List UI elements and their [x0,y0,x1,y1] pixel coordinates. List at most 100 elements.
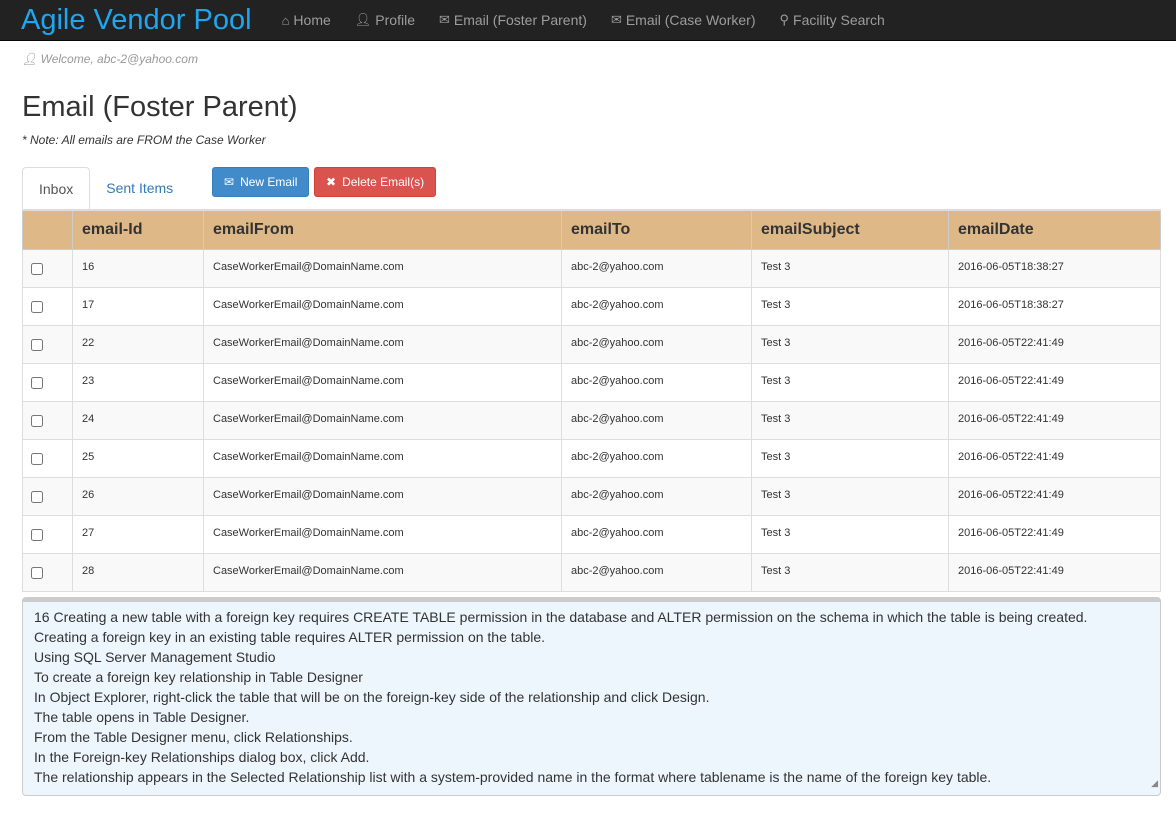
row-checkbox[interactable] [31,566,43,579]
table-cell: CaseWorkerEmail@DomainName.com [203,248,562,288]
table-cell: CaseWorkerEmail@DomainName.com [203,438,562,478]
table-cell: Test 3 [751,552,949,592]
row-checkbox[interactable] [31,262,43,275]
nav-label: Home [293,12,331,28]
table-cell: abc-2@yahoo.com [561,362,752,402]
table-cell: Test 3 [751,476,949,516]
tabs: Inbox Sent Items [22,167,189,210]
row-checkbox[interactable] [31,338,43,351]
table-cell: Test 3 [751,514,949,554]
table-row[interactable]: 28 CaseWorkerEmail@DomainName.com abc-2@ya… [22,552,1161,592]
table-cell: CaseWorkerEmail@DomainName.com [203,324,562,364]
page-title: Email (Foster Parent) [22,91,298,123]
row-checkbox[interactable] [31,452,43,465]
table-row[interactable]: 23 CaseWorkerEmail@DomainName.com abc-2@ya… [22,362,1161,402]
delete-emails-button[interactable]: ✖ Delete Email(s) [314,167,437,197]
table-cell: 23 [72,362,204,402]
row-checkbox[interactable] [31,300,43,313]
table-row[interactable]: 22 CaseWorkerEmail@DomainName.com abc-2@ya… [22,324,1161,364]
row-select [22,286,73,326]
row-select [22,476,73,516]
table-cell: 2016-06-05T22:41:49 [948,552,1161,592]
nav-email-case-worker[interactable]: ✉ Email (Case Worker) [611,12,756,28]
table-cell: abc-2@yahoo.com [561,286,752,326]
column-header: emailFrom [203,209,562,250]
row-select [22,514,73,554]
message-body[interactable]: 16 Creating a new table with a foreign k… [22,597,1161,796]
nav-label: Profile [375,12,415,28]
navbar: Agile Vendor Pool ⌂ Home 👤︎ Profile ✉ Email… [0,0,1176,41]
tab-sent-items[interactable]: Sent Items [90,167,189,209]
button-label: Delete Email(s) [342,175,425,189]
table-cell: Test 3 [751,286,949,326]
envelope-icon: ✉ [610,12,622,27]
table-cell: 25 [72,438,204,478]
button-label: New Email [240,175,298,189]
table-row[interactable]: 25 CaseWorkerEmail@DomainName.com abc-2@ya… [22,438,1161,478]
table-cell: 2016-06-05T18:38:27 [948,286,1161,326]
table-cell: 2016-06-05T22:41:49 [948,400,1161,440]
nav-label: Email (Case Worker) [625,12,756,28]
note: * Note: All emails are FROM the Case Wor… [22,133,266,147]
row-checkbox[interactable] [31,414,43,427]
table-cell: CaseWorkerEmail@DomainName.com [203,552,562,592]
table-cell: Test 3 [751,248,949,288]
envelope-icon: ✉ [438,12,450,27]
table-cell: 24 [72,400,204,440]
table-cell: 27 [72,514,204,554]
row-select [22,438,73,478]
table-cell: 28 [72,552,204,592]
table-cell: abc-2@yahoo.com [561,476,752,516]
nav-email-foster-parent[interactable]: ✉ Email (Foster Parent) [439,12,587,28]
table-cell: abc-2@yahoo.com [561,324,752,364]
resize-handle[interactable]: ◢ [1151,773,1158,793]
close-icon: ✖ [326,175,337,189]
row-checkbox[interactable] [31,490,43,503]
envelope-icon: ✉ [224,175,235,189]
select-header [22,209,73,250]
table-cell: CaseWorkerEmail@DomainName.com [203,514,562,554]
column-header: emailTo [561,209,752,250]
new-email-button[interactable]: ✉ New Email [212,167,310,197]
table-cell: 2016-06-05T22:41:49 [948,438,1161,478]
table-cell: 2016-06-05T22:41:49 [948,324,1161,364]
table-row[interactable]: 27 CaseWorkerEmail@DomainName.com abc-2@ya… [22,514,1161,554]
row-select [22,324,73,364]
table-cell: Test 3 [751,400,949,440]
table-cell: 22 [72,324,204,364]
row-checkbox[interactable] [31,528,43,541]
nav-profile[interactable]: 👤︎ Profile [355,12,415,28]
table-row[interactable]: 17 CaseWorkerEmail@DomainName.com abc-2@ya… [22,286,1161,326]
table-cell: 26 [72,476,204,516]
table-cell: CaseWorkerEmail@DomainName.com [203,286,562,326]
nav-facility-search[interactable]: ⚲ Facility Search [780,12,885,28]
row-select [22,552,73,592]
row-checkbox[interactable] [31,376,43,389]
table-cell: abc-2@yahoo.com [561,552,752,592]
table-cell: CaseWorkerEmail@DomainName.com [203,476,562,516]
table-cell: 2016-06-05T22:41:49 [948,362,1161,402]
table-cell: CaseWorkerEmail@DomainName.com [203,362,562,402]
row-select [22,362,73,402]
row-select [22,248,73,288]
brand-logo[interactable]: Agile Vendor Pool [21,5,252,35]
tab-inbox[interactable]: Inbox [22,167,91,210]
table-cell: CaseWorkerEmail@DomainName.com [203,400,562,440]
email-table: email-Id emailFrom emailTo emailSubject … [22,209,1161,592]
welcome-label: Welcome, abc-2@yahoo.com [40,52,198,66]
table-row[interactable]: 26 CaseWorkerEmail@DomainName.com abc-2@ya… [22,476,1161,516]
table-cell: Test 3 [751,324,949,364]
table-cell: abc-2@yahoo.com [561,438,752,478]
table-row[interactable]: 16 CaseWorkerEmail@DomainName.com abc-2@ya… [22,248,1161,288]
table-row[interactable]: 24 CaseWorkerEmail@DomainName.com abc-2@ya… [22,400,1161,440]
user-icon: 👤︎ [354,12,372,27]
table-cell: 16 [72,248,204,288]
table-cell: 17 [72,286,204,326]
home-icon: ⌂ [281,12,290,28]
table-cell: 2016-06-05T18:38:27 [948,248,1161,288]
nav-home[interactable]: ⌂ Home [282,12,331,28]
table-cell: abc-2@yahoo.com [561,514,752,554]
welcome-text: 👤︎ Welcome, abc-2@yahoo.com [22,52,198,66]
table-cell: Test 3 [751,438,949,478]
column-header: email-Id [72,209,204,250]
